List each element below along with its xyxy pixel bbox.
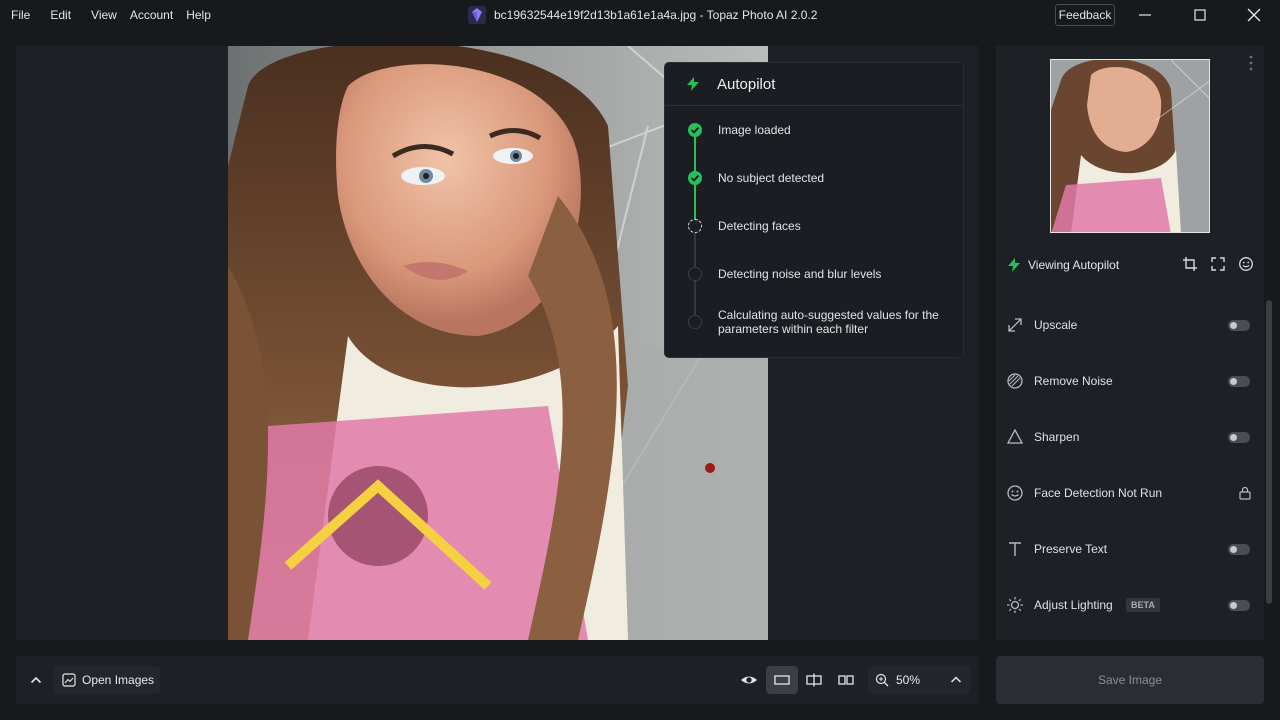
window-title: bc19632544e19f2d13b1a61e1a4a.jpg - Topaz…	[494, 8, 818, 22]
remove-noise-icon	[1007, 373, 1023, 389]
spinner-icon	[688, 219, 702, 233]
filter-label: Face Detection Not Run	[1034, 486, 1163, 500]
side-by-side-icon	[838, 675, 854, 685]
filter-remove-noise[interactable]: Remove Noise	[996, 361, 1264, 401]
menu-file[interactable]: File	[11, 8, 30, 22]
autopilot-header: Autopilot	[665, 63, 963, 106]
fullscreen-icon[interactable]	[1210, 256, 1226, 272]
check-icon	[688, 123, 702, 137]
filter-sharpen[interactable]: Sharpen	[996, 417, 1264, 457]
filter-label: Adjust Lighting	[1034, 598, 1113, 612]
sharpen-icon	[1006, 428, 1024, 444]
open-images-label: Open Images	[82, 673, 155, 687]
menu-account[interactable]: Account	[130, 8, 173, 22]
step-label: Detecting noise and blur levels	[718, 267, 882, 281]
single-view-button[interactable]	[766, 666, 798, 694]
filter-upscale[interactable]: Upscale	[996, 305, 1264, 345]
sharpen-toggle[interactable]	[1228, 431, 1250, 443]
split-view-icon	[806, 673, 822, 687]
autopilot-title: Autopilot	[717, 75, 776, 93]
menu-edit[interactable]: Edit	[50, 8, 71, 22]
upscale-icon	[1008, 318, 1022, 332]
zoom-control[interactable]: 50%	[868, 666, 970, 694]
viewing-autopilot-row: Viewing Autopilot	[996, 248, 1264, 282]
menu-view[interactable]: View	[91, 8, 117, 22]
menu-help[interactable]: Help	[186, 8, 211, 22]
eye-icon[interactable]	[740, 672, 758, 688]
save-image-button[interactable]: Save Image	[996, 656, 1264, 704]
adjust-lighting-toggle[interactable]	[1228, 599, 1250, 611]
text-icon	[1009, 542, 1021, 556]
lightning-icon	[1008, 258, 1020, 272]
open-images-button[interactable]: Open Images	[54, 666, 160, 694]
window-title-group: bc19632544e19f2d13b1a61e1a4a.jpg - Topaz…	[468, 6, 817, 24]
pending-dot-icon	[688, 315, 702, 329]
filter-label: Remove Noise	[1034, 374, 1113, 388]
topaz-logo-icon	[468, 6, 486, 24]
chevron-up-icon[interactable]	[948, 672, 964, 688]
lock-icon	[1239, 486, 1251, 500]
navigator-thumbnail[interactable]	[1050, 59, 1210, 233]
upscale-toggle[interactable]	[1228, 319, 1250, 331]
title-bar: File Edit View Account Help bc19632544e1…	[0, 0, 1280, 30]
step-label: No subject detected	[718, 171, 825, 185]
pending-dot-icon	[688, 267, 702, 281]
maximize-icon[interactable]	[1191, 6, 1209, 24]
filter-label: Upscale	[1034, 318, 1078, 332]
filter-adjust-lighting[interactable]: Adjust Lighting BETA	[996, 585, 1264, 625]
filter-label: Sharpen	[1034, 430, 1080, 444]
filter-face-detection[interactable]: Face Detection Not Run	[996, 473, 1264, 513]
filter-preserve-text[interactable]: Preserve Text	[996, 529, 1264, 569]
minimize-icon[interactable]	[1136, 6, 1154, 24]
feedback-button[interactable]: Feedback	[1055, 4, 1115, 26]
preserve-text-toggle[interactable]	[1228, 543, 1250, 555]
check-icon	[688, 171, 702, 185]
chevron-up-icon[interactable]	[28, 672, 44, 688]
face-icon	[1007, 485, 1023, 501]
image-icon	[62, 673, 76, 687]
lightning-icon	[687, 77, 699, 91]
face-icon[interactable]	[1238, 256, 1254, 272]
filter-label: Preserve Text	[1034, 542, 1108, 556]
crop-icon[interactable]	[1182, 256, 1198, 272]
menu-bar: File Edit View Account Help	[11, 8, 231, 22]
step-label: Detecting faces	[718, 219, 801, 233]
sidebar-scrollbar[interactable]	[1266, 300, 1272, 604]
remove-noise-toggle[interactable]	[1228, 375, 1250, 387]
viewing-label: Viewing Autopilot	[1028, 258, 1120, 272]
close-icon[interactable]	[1245, 6, 1263, 24]
step-label: Calculating auto-suggested values for th…	[718, 308, 939, 336]
more-options-icon[interactable]	[1246, 54, 1256, 72]
lighting-icon	[1007, 597, 1023, 613]
zoom-level: 50%	[896, 673, 921, 687]
beta-badge: BETA	[1126, 598, 1160, 612]
single-view-icon	[774, 675, 790, 685]
autopilot-panel: Autopilot Image loaded No subject detect…	[664, 62, 964, 358]
zoom-icon	[875, 673, 889, 687]
side-by-side-button[interactable]	[832, 666, 860, 694]
step-label: Image loaded	[718, 123, 791, 137]
split-view-button[interactable]	[800, 666, 828, 694]
